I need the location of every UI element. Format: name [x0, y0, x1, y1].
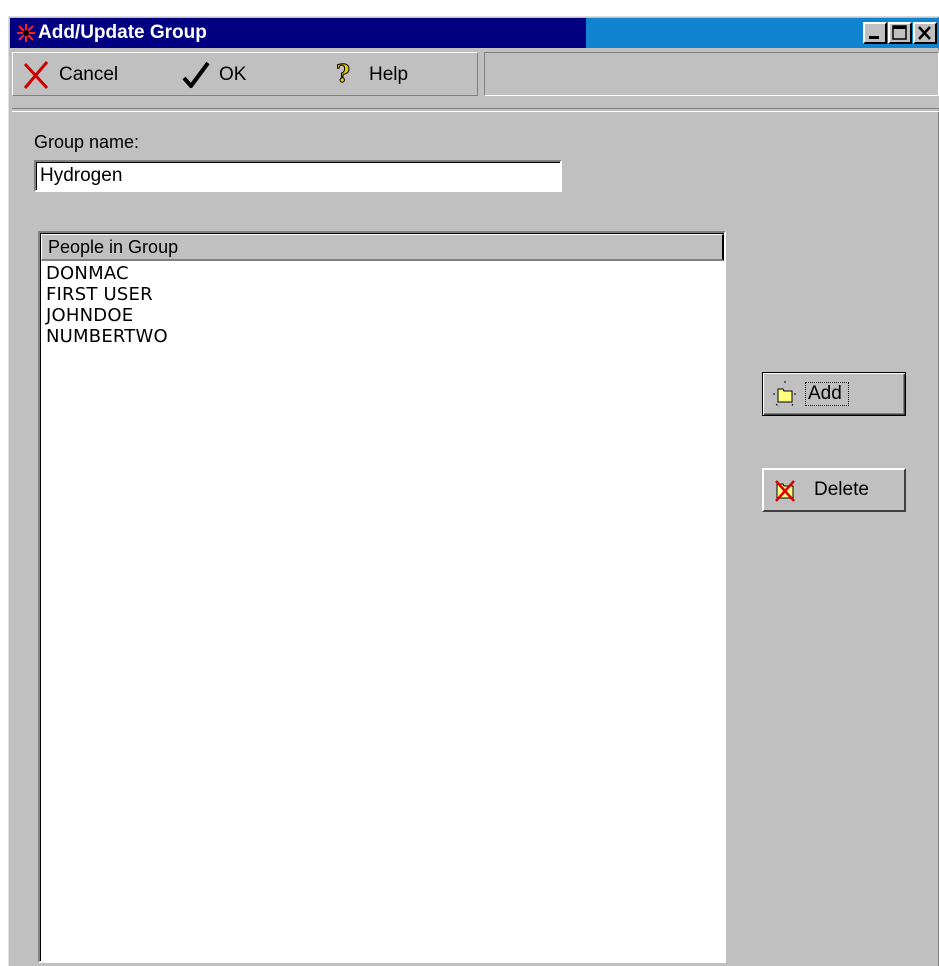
add-folder-icon: [773, 381, 798, 408]
list-column-header[interactable]: People in Group: [41, 234, 724, 261]
minimize-icon: [869, 36, 879, 39]
toolbar: Cancel OK ? Help: [12, 52, 478, 96]
list-item[interactable]: NUMBERTWO: [46, 326, 168, 347]
group-name-label: Group name:: [34, 132, 140, 152]
list-items: DONMAC FIRST USER JOHNDOE NUMBERTWO: [46, 263, 168, 347]
toolbar-area: Cancel OK ? Help: [10, 50, 939, 112]
minimize-button[interactable]: [863, 22, 887, 44]
close-button[interactable]: [913, 22, 937, 44]
cancel-button[interactable]: Cancel: [21, 59, 118, 91]
window-title: Add/Update Group: [38, 22, 207, 43]
toolbar-divider: [12, 108, 939, 112]
maximize-icon: [892, 25, 907, 40]
list-item[interactable]: FIRST USER: [46, 284, 168, 305]
add-label: Add: [805, 382, 849, 406]
list-item[interactable]: JOHNDOE: [46, 305, 168, 326]
close-icon: [918, 26, 931, 40]
list-item[interactable]: DONMAC: [46, 263, 168, 284]
help-label: Help: [369, 64, 409, 85]
dialog-window: Add/Update Group Cancel OK ? Help Group …: [8, 16, 939, 966]
delete-button[interactable]: Delete: [762, 468, 906, 512]
question-mark-icon: ?: [336, 60, 351, 89]
maximize-button[interactable]: [888, 22, 912, 44]
toolbar-empty-area: [484, 52, 939, 96]
delete-folder-icon: [775, 480, 795, 502]
checkmark-icon: [182, 61, 210, 88]
title-bar[interactable]: Add/Update Group: [10, 18, 939, 48]
x-cross-icon: [23, 61, 49, 90]
help-button[interactable]: ? Help: [333, 59, 409, 91]
ok-label: OK: [219, 64, 247, 85]
group-name-input[interactable]: [34, 160, 562, 192]
people-in-group-list[interactable]: People in Group DONMAC FIRST USER JOHNDO…: [38, 231, 726, 963]
add-button[interactable]: Add: [762, 372, 906, 416]
ok-button[interactable]: OK: [181, 59, 246, 91]
cancel-label: Cancel: [59, 64, 119, 85]
svg-text:?: ?: [336, 60, 350, 88]
delete-label: Delete: [814, 479, 869, 500]
app-icon: [17, 24, 35, 42]
